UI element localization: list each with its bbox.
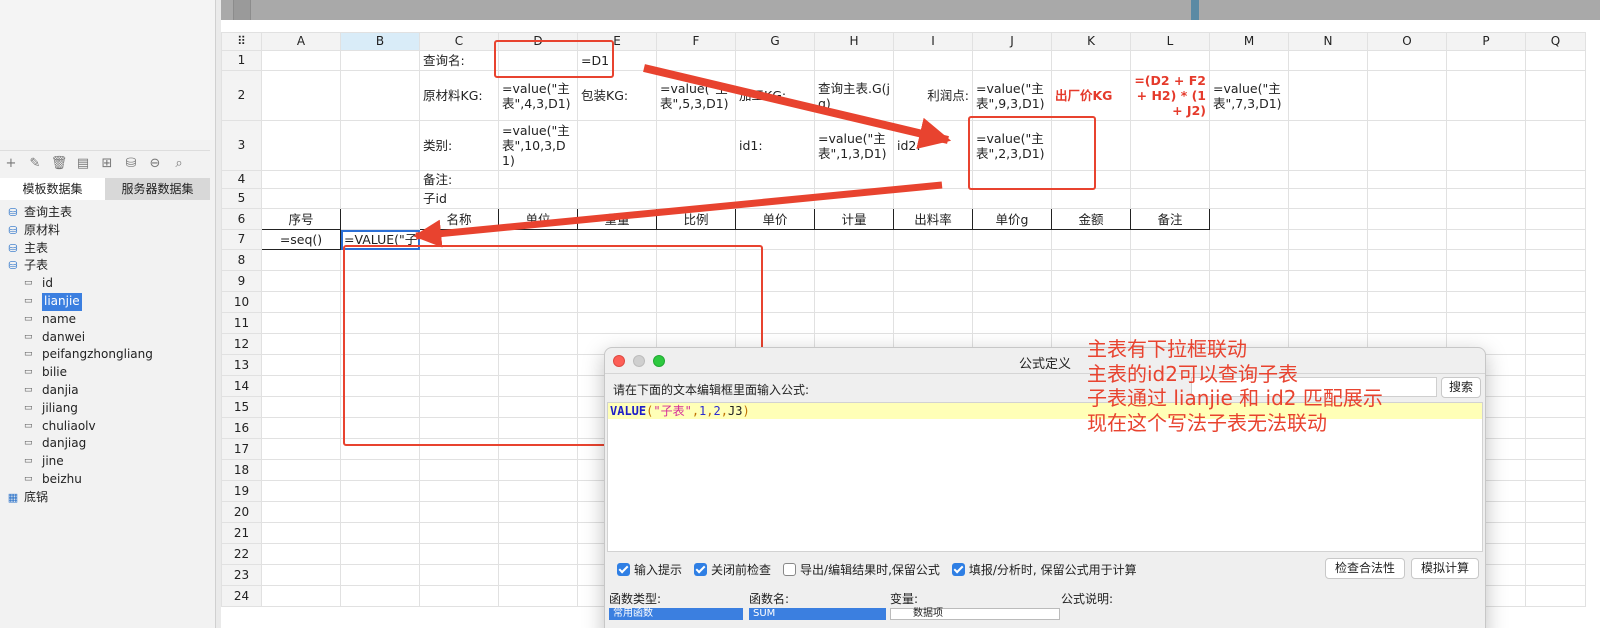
formula-cell-ref: J3 xyxy=(727,404,743,418)
checkbox-icon[interactable] xyxy=(617,563,630,576)
option-check-before-close[interactable]: 关闭前检查 xyxy=(694,561,771,578)
function-type-label: 函数类型: xyxy=(609,592,662,606)
search-button[interactable]: 搜索 xyxy=(1441,377,1481,398)
designer-window: + ✎ 🗑 ▤ ⊞ ⛁ ⊖ ⌕ 模板数据集 服务器数据集 ⛁ 查询主表 ⛁ 原材料 ⛁ 主… xyxy=(0,0,1600,628)
annotation-note: 主表有下拉框联动 主表的id2可以查询子表 子表通过 lianjie 和 id2… xyxy=(1087,337,1383,435)
option-keep-formula-export[interactable]: 导出/编辑结果时,保留公式 xyxy=(783,561,940,578)
checkbox-icon[interactable] xyxy=(951,563,965,576)
function-name-list[interactable]: SUM xyxy=(749,608,886,620)
variable-list[interactable]: 数据项 xyxy=(890,608,1060,620)
simulate-calc-button[interactable]: 模拟计算 xyxy=(1411,558,1479,579)
annotation-line: 现在这个写法子表无法联动 xyxy=(1087,410,1327,435)
formula-string: "子表" xyxy=(653,404,692,418)
formula-comma: , xyxy=(706,404,714,418)
option-keep-formula-fill[interactable]: 填报/分析时, 保留公式用于计算 xyxy=(951,561,1137,578)
checkbox-icon[interactable] xyxy=(783,563,797,576)
function-type-list[interactable]: 常用函数 xyxy=(609,608,743,620)
formula-paren-close: ) xyxy=(742,404,750,418)
check-validity-button[interactable]: 检查合法性 xyxy=(1325,558,1405,579)
arrow-j3-to-b7 xyxy=(413,181,943,248)
arrow-d1-to-j3 xyxy=(643,64,952,149)
function-name-label: 函数名: xyxy=(749,592,790,606)
annotation-line: 主表有下拉框联动 xyxy=(1087,337,1247,361)
option-input-hint[interactable]: 输入提示 xyxy=(617,561,682,578)
formula-description-label: 公式说明: xyxy=(1061,592,1114,606)
annotation-line: 主表的id2可以查询子表 xyxy=(1087,361,1298,386)
formula-number: 2 xyxy=(713,404,721,418)
variable-label: 变量: xyxy=(890,592,919,606)
dialog-options: 输入提示 关闭前检查 导出/编辑结果时,保留公式 填报/分析时, 保留公式用于计… xyxy=(617,561,1137,578)
checkbox-icon[interactable] xyxy=(694,563,708,576)
annotation-line: 子表通过 lianjie 和 id2 匹配展示 xyxy=(1087,386,1383,410)
formula-comma: , xyxy=(720,404,728,418)
formula-prompt: 请在下面的文本编辑框里面输入公式: xyxy=(613,383,810,397)
formula-comma: , xyxy=(691,404,700,418)
formula-function: VALUE xyxy=(610,404,647,418)
